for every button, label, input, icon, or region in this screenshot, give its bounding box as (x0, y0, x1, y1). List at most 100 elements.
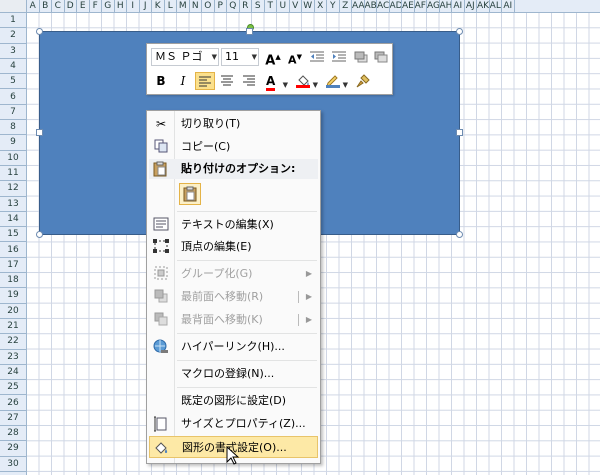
column-header-w[interactable]: W (302, 0, 315, 12)
column-header-f[interactable]: F (90, 0, 102, 12)
menu-item-cut[interactable]: ✂ 切り取り(T) (149, 113, 318, 135)
row-header-9[interactable]: 9 (0, 135, 26, 151)
column-header-h[interactable]: H (115, 0, 127, 12)
align-right-button[interactable] (239, 72, 259, 90)
resize-handle-top-right[interactable] (456, 28, 463, 35)
menu-item-set-default-shape[interactable]: 既定の図形に設定(D) (149, 390, 318, 412)
select-all-corner[interactable] (0, 0, 27, 13)
column-header-c[interactable]: C (52, 0, 65, 12)
column-header-v[interactable]: V (290, 0, 302, 12)
column-header-j[interactable]: J (140, 0, 152, 12)
row-header-12[interactable]: 12 (0, 181, 26, 197)
menu-item-bring-to-front[interactable]: 最前面へ移動(R) ▶ (149, 286, 318, 308)
send-backward-button[interactable] (371, 48, 391, 66)
grow-font-button[interactable]: A▲ (263, 48, 283, 68)
column-header-i[interactable]: I (127, 0, 140, 12)
increase-indent-button[interactable] (329, 48, 349, 66)
row-header-14[interactable]: 14 (0, 212, 26, 228)
row-header-3[interactable]: 3 (0, 44, 26, 59)
column-header-ab[interactable]: AB (365, 0, 377, 12)
row-header-4[interactable]: 4 (0, 59, 26, 75)
resize-handle-top[interactable] (246, 28, 253, 35)
column-header-g[interactable]: G (102, 0, 115, 12)
row-header-21[interactable]: 21 (0, 319, 26, 335)
menu-item-edit-text[interactable]: テキストの編集(X) (149, 214, 318, 236)
font-size-select[interactable]: 11 ▼ (221, 48, 259, 66)
paste-option-button[interactable] (179, 183, 201, 205)
menu-item-copy[interactable]: コピー(C) (149, 136, 318, 158)
row-header-27[interactable]: 27 (0, 411, 26, 427)
font-name-select[interactable]: ＭＳ Ｐゴ ▼ (151, 48, 219, 66)
column-header-o[interactable]: O (202, 0, 215, 12)
resize-handle-bottom-right[interactable] (456, 231, 463, 238)
align-left-button[interactable] (195, 72, 215, 90)
menu-item-send-to-back[interactable]: 最背面へ移動(K) ▶ (149, 309, 318, 331)
column-header-t[interactable]: T (265, 0, 277, 12)
column-header-l[interactable]: L (165, 0, 177, 12)
row-header-23[interactable]: 23 (0, 350, 26, 365)
row-header-2[interactable]: 2 (0, 28, 26, 44)
row-header-16[interactable]: 16 (0, 243, 26, 258)
column-header-af[interactable]: AF (415, 0, 427, 12)
row-header-26[interactable]: 26 (0, 396, 26, 411)
bold-button[interactable]: B (151, 72, 171, 90)
row-header-7[interactable]: 7 (0, 105, 26, 121)
italic-button[interactable]: I (173, 72, 193, 90)
column-header-ah[interactable]: AH (440, 0, 452, 12)
column-header-n[interactable]: N (190, 0, 202, 12)
align-center-button[interactable] (217, 72, 237, 90)
column-header-al[interactable]: AL (490, 0, 502, 12)
resize-handle-right[interactable] (456, 129, 463, 136)
row-header-11[interactable]: 11 (0, 166, 26, 182)
column-header-s[interactable]: S (252, 0, 265, 12)
row-header-8[interactable]: 8 (0, 120, 26, 136)
row-header-6[interactable]: 6 (0, 90, 26, 105)
column-header-aj[interactable]: AJ (465, 0, 477, 12)
menu-item-edit-points[interactable]: 頂点の編集(E) (149, 236, 318, 258)
row-header-22[interactable]: 22 (0, 334, 26, 350)
line-color-button[interactable]: ▼ (323, 72, 349, 90)
column-header-p[interactable]: P (215, 0, 227, 12)
row-header-30[interactable]: 30 (0, 457, 26, 472)
row-header-28[interactable]: 28 (0, 426, 26, 442)
row-header-18[interactable]: 18 (0, 273, 26, 289)
column-header-ak[interactable]: AK (477, 0, 490, 12)
decrease-indent-button[interactable] (307, 48, 327, 66)
font-color-button[interactable]: A ▼ (263, 72, 289, 91)
menu-item-assign-macro[interactable]: マクロの登録(N)... (149, 363, 318, 385)
row-header-19[interactable]: 19 (0, 288, 26, 304)
fill-color-button[interactable]: ▼ (293, 72, 319, 90)
column-header-b[interactable]: B (40, 0, 52, 12)
column-header-a[interactable]: A (27, 0, 40, 12)
menu-item-group[interactable]: グループ化(G) ▶ (149, 263, 318, 285)
column-header-m[interactable]: M (177, 0, 190, 12)
shrink-font-button[interactable]: A▼ (285, 48, 305, 67)
column-header-e[interactable]: E (77, 0, 90, 12)
menu-item-size-properties[interactable]: サイズとプロパティ(Z)... (149, 413, 318, 435)
column-header-ai[interactable]: AI (452, 0, 465, 12)
column-header-ae[interactable]: AE (402, 0, 415, 12)
row-header-25[interactable]: 25 (0, 380, 26, 396)
column-header-x[interactable]: X (315, 0, 327, 12)
resize-handle-top-left[interactable] (36, 28, 43, 35)
row-header-29[interactable]: 29 (0, 441, 26, 457)
row-header-13[interactable]: 13 (0, 197, 26, 212)
row-header-5[interactable]: 5 (0, 74, 26, 90)
row-header-24[interactable]: 24 (0, 365, 26, 381)
column-header-ai[interactable]: AI (502, 0, 515, 12)
column-header-y[interactable]: Y (327, 0, 340, 12)
row-header-10[interactable]: 10 (0, 151, 26, 166)
column-header-ag[interactable]: AG (427, 0, 440, 12)
row-header-17[interactable]: 17 (0, 258, 26, 274)
resize-handle-left[interactable] (36, 129, 43, 136)
menu-item-hyperlink[interactable]: ハイパーリンク(H)... (149, 336, 318, 358)
column-header-r[interactable]: R (240, 0, 252, 12)
column-header-aa[interactable]: AA (352, 0, 365, 12)
column-header-k[interactable]: K (152, 0, 165, 12)
row-header-1[interactable]: 1 (0, 13, 26, 29)
resize-handle-bottom-left[interactable] (36, 231, 43, 238)
bring-forward-button[interactable] (351, 48, 371, 66)
row-header-20[interactable]: 20 (0, 304, 26, 319)
format-painter-button[interactable] (353, 72, 373, 90)
column-header-u[interactable]: U (277, 0, 290, 12)
